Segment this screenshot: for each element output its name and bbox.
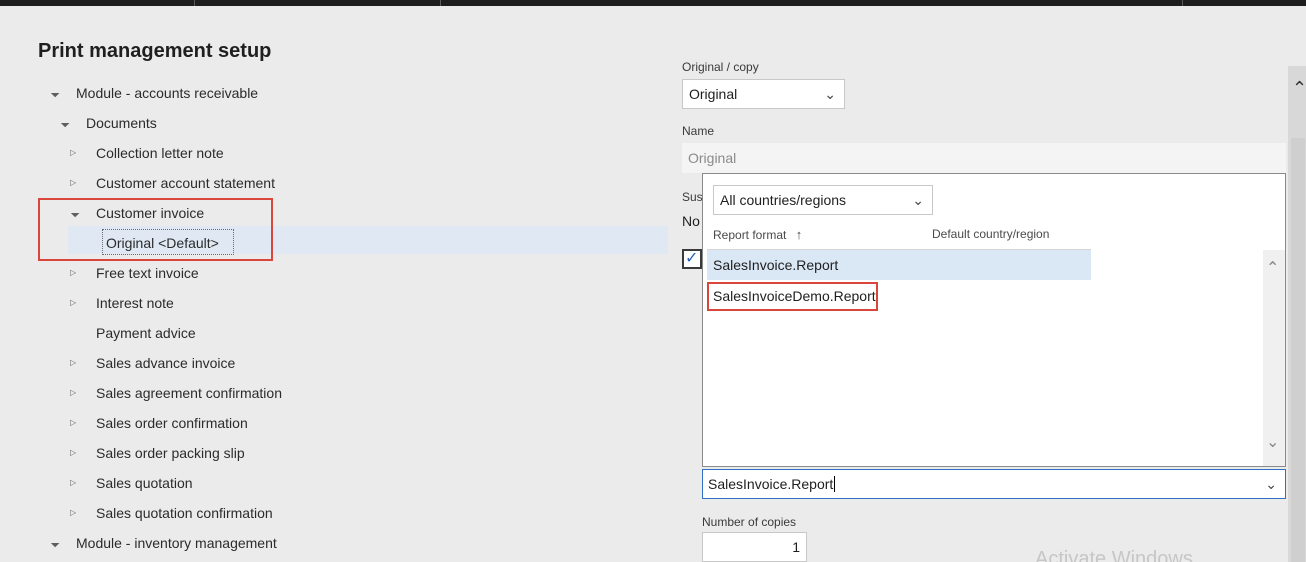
expand-caret-icon[interactable]: ▷ bbox=[70, 168, 76, 198]
country-filter-select[interactable]: All countries/regions ⌄ bbox=[713, 185, 933, 215]
expand-caret-icon[interactable]: ▷ bbox=[70, 288, 76, 318]
name-field: Original bbox=[682, 143, 1286, 173]
tree-item-sales-order-packing-slip[interactable]: Sales order packing slip bbox=[96, 438, 245, 468]
sort-ascending-icon: ↑ bbox=[795, 227, 803, 242]
tree-item-sales-advance-invoice[interactable]: Sales advance invoice bbox=[96, 348, 235, 378]
expand-caret-icon[interactable]: ▷ bbox=[70, 408, 76, 438]
page-scroll-up-icon[interactable]: ⌃ bbox=[1292, 78, 1306, 99]
tree-item-documents[interactable]: Documents bbox=[86, 108, 157, 138]
suspend-value: No bbox=[682, 213, 700, 229]
column-header-report-format-label: Report format bbox=[713, 228, 787, 242]
tree-item-sales-quotation-confirmation[interactable]: Sales quotation confirmation bbox=[96, 498, 273, 528]
report-checkbox[interactable]: ✓ bbox=[682, 249, 702, 269]
report-format-lookup: All countries/regions ⌄ Report format ↑ … bbox=[702, 173, 1286, 467]
report-format-select[interactable]: SalesInvoice.Report ⌄ bbox=[702, 469, 1286, 499]
activate-windows-watermark: Activate Windows bbox=[1035, 548, 1193, 562]
collapse-caret-icon[interactable]: ◢ bbox=[42, 80, 68, 106]
lookup-row[interactable]: SalesInvoice.Report bbox=[707, 250, 1091, 280]
text-cursor bbox=[834, 476, 836, 492]
expand-caret-icon[interactable]: ▷ bbox=[70, 438, 76, 468]
lookup-row-report-format: SalesInvoice.Report bbox=[713, 257, 839, 273]
expand-caret-icon[interactable]: ▷ bbox=[70, 138, 76, 168]
chevron-down-icon: ⌄ bbox=[912, 192, 924, 208]
name-label: Name bbox=[682, 124, 715, 138]
country-filter-value: All countries/regions bbox=[720, 192, 847, 208]
collapse-caret-icon[interactable]: ◢ bbox=[52, 110, 78, 136]
chevron-down-icon: ⌄ bbox=[824, 86, 836, 102]
scroll-up-icon[interactable]: ⌃ bbox=[1266, 258, 1279, 278]
original-copy-value: Original bbox=[689, 86, 738, 102]
top-bar-separator bbox=[1182, 0, 1183, 6]
tree-item-sales-agreement-confirmation[interactable]: Sales agreement confirmation bbox=[96, 378, 282, 408]
copies-input[interactable]: 1 bbox=[702, 532, 807, 562]
expand-caret-icon[interactable]: ▷ bbox=[70, 468, 76, 498]
expand-caret-icon[interactable]: ▷ bbox=[70, 348, 76, 378]
tree-item-module-ar[interactable]: Module - accounts receivable bbox=[76, 78, 258, 108]
tree-item-free-text-invoice[interactable]: Free text invoice bbox=[96, 258, 199, 288]
scroll-down-icon[interactable]: ⌄ bbox=[1266, 432, 1279, 452]
tree-item-interest-note[interactable]: Interest note bbox=[96, 288, 174, 318]
top-bar-separator bbox=[194, 0, 195, 6]
checkmark-icon: ✓ bbox=[685, 250, 699, 267]
report-format-value: SalesInvoice.Report bbox=[708, 476, 834, 492]
original-copy-select[interactable]: Original ⌄ bbox=[682, 79, 845, 109]
column-header-report-format[interactable]: Report format ↑ bbox=[713, 227, 802, 242]
copies-label: Number of copies bbox=[702, 515, 797, 529]
expand-caret-icon[interactable]: ▷ bbox=[70, 258, 76, 288]
column-header-default-country[interactable]: Default country/region bbox=[932, 227, 1049, 241]
expand-caret-icon[interactable]: ▷ bbox=[70, 498, 76, 528]
collapse-caret-icon[interactable]: ◢ bbox=[42, 530, 68, 556]
tree-item-module-inventory[interactable]: Module - inventory management bbox=[76, 528, 277, 558]
highlight-box-demo-report bbox=[707, 282, 878, 311]
highlight-box-customer-invoice bbox=[38, 198, 273, 261]
page-title: Print management setup bbox=[38, 40, 272, 62]
tree-item-customer-account-statement[interactable]: Customer account statement bbox=[96, 168, 275, 198]
tree-item-collection-letter-note[interactable]: Collection letter note bbox=[96, 138, 224, 168]
tree-item-sales-order-confirmation[interactable]: Sales order confirmation bbox=[96, 408, 248, 438]
top-bar-separator bbox=[440, 0, 441, 6]
expand-caret-icon[interactable]: ▷ bbox=[70, 378, 76, 408]
tree-item-sales-quotation[interactable]: Sales quotation bbox=[96, 468, 193, 498]
original-copy-label: Original / copy bbox=[682, 60, 759, 74]
top-bar bbox=[0, 0, 1306, 6]
page-scrollbar-thumb[interactable] bbox=[1291, 138, 1305, 562]
chevron-down-icon: ⌄ bbox=[1265, 476, 1277, 492]
tree-item-payment-advice[interactable]: Payment advice bbox=[96, 318, 196, 348]
